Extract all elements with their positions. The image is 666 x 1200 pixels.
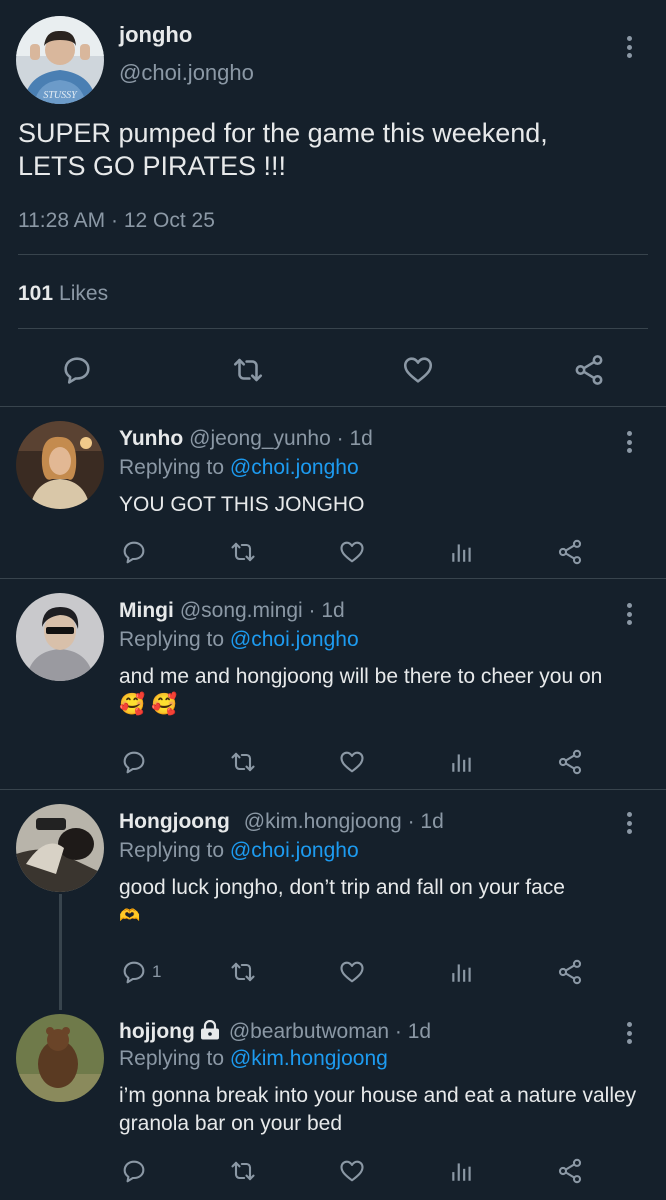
replying-to-prefix: Replying to: [119, 628, 225, 651]
divider: [18, 254, 648, 255]
reply-text: i’m gonna break into your house and eat …: [119, 1084, 637, 1135]
avatar-yunho[interactable]: [16, 421, 104, 509]
thread-connector-line: [59, 894, 62, 1010]
likes-count: 101: [18, 282, 54, 305]
share-icon[interactable]: [556, 538, 584, 566]
like-icon[interactable]: [338, 538, 366, 566]
analytics-icon[interactable]: [449, 748, 475, 776]
analytics-icon[interactable]: [449, 1157, 475, 1185]
avatar-mingi[interactable]: [16, 593, 104, 681]
author-name[interactable]: jongho: [119, 22, 192, 48]
reply-author-handle[interactable]: @bearbutwoman: [229, 1020, 389, 1043]
svg-text:STUSSY: STUSSY: [43, 90, 78, 101]
reply-header: Hongjoong @kim.hongjoong · 1d: [119, 810, 444, 834]
replying-to: Replying to @choi.jongho: [119, 839, 359, 863]
more-options-icon[interactable]: [617, 1018, 641, 1048]
smiling-face-hearts-emoji: 🥰 🥰: [119, 693, 178, 717]
reply-icon[interactable]: [120, 538, 148, 566]
lock-icon: [200, 1020, 219, 1040]
replying-to-link[interactable]: @choi.jongho: [230, 628, 359, 651]
reply-author-name[interactable]: Yunho: [119, 427, 183, 450]
replying-to: Replying to @choi.jongho: [119, 456, 359, 480]
like-icon[interactable]: [338, 1157, 366, 1185]
reply-tweet[interactable]: hojjong @bearbutwoman · 1d Replying to @k…: [0, 1000, 666, 1200]
reply-text: good luck jongho, don’t trip and fall on…: [119, 874, 639, 930]
retweet-icon[interactable]: [228, 538, 258, 566]
retweet-icon[interactable]: [230, 353, 266, 387]
reply-icon[interactable]: 1: [120, 958, 161, 986]
reply-author-name[interactable]: Hongjoong: [119, 810, 230, 833]
reply-text: and me and hongjoong will be there to ch…: [119, 663, 639, 719]
reply-icon[interactable]: [120, 1157, 148, 1185]
retweet-icon[interactable]: [228, 1157, 258, 1185]
retweet-icon[interactable]: [228, 748, 258, 776]
reply-text-content: good luck jongho, don’t trip and fall on…: [119, 876, 565, 899]
like-icon[interactable]: [338, 958, 366, 986]
author-handle[interactable]: @choi.jongho: [119, 60, 254, 86]
reply-time: · 1d: [394, 1020, 432, 1043]
avatar-jongho[interactable]: STUSSY: [16, 16, 104, 104]
more-options-icon[interactable]: [617, 599, 641, 629]
tweet-text: SUPER pumped for the game this weekend, …: [18, 117, 638, 183]
share-icon[interactable]: [556, 958, 584, 986]
replying-to: Replying to @kim.hongjoong: [119, 1047, 388, 1071]
replying-to-prefix: Replying to: [119, 1047, 225, 1070]
reply-tweet[interactable]: Mingi @song.mingi · 1d Replying to @choi.…: [0, 579, 666, 789]
reply-tweet[interactable]: Hongjoong @kim.hongjoong · 1d Replying to…: [0, 790, 666, 1010]
tweet-text-line-1: SUPER pumped for the game this weekend,: [18, 118, 548, 148]
reply-tweet[interactable]: Yunho @jeong_yunho · 1d Replying to @choi…: [0, 407, 666, 578]
reply-text-content: and me and hongjoong will be there to ch…: [119, 665, 603, 688]
likes-label: Likes: [59, 282, 109, 305]
reply-header: hojjong @bearbutwoman · 1d: [119, 1020, 431, 1044]
analytics-icon[interactable]: [449, 958, 475, 986]
replying-to-prefix: Replying to: [119, 839, 225, 862]
reply-header: Yunho @jeong_yunho · 1d: [119, 427, 373, 451]
share-icon[interactable]: [556, 748, 584, 776]
reply-icon[interactable]: [120, 748, 148, 776]
reply-time: · 1d: [308, 599, 345, 622]
retweet-icon[interactable]: [228, 958, 258, 986]
tweet-text-line-2: LETS GO PIRATES !!!: [18, 151, 287, 181]
more-options-icon[interactable]: [617, 808, 641, 838]
reply-author-name[interactable]: hojjong: [119, 1020, 195, 1043]
replying-to-link[interactable]: @choi.jongho: [230, 456, 359, 479]
reply-author-handle[interactable]: @song.mingi: [180, 599, 303, 622]
replying-to-prefix: Replying to: [119, 456, 225, 479]
analytics-icon[interactable]: [449, 538, 475, 566]
like-icon[interactable]: [338, 748, 366, 776]
reply-author-name[interactable]: Mingi: [119, 599, 174, 622]
reply-header: Mingi @song.mingi · 1d: [119, 599, 345, 623]
replying-to: Replying to @choi.jongho: [119, 628, 359, 652]
avatar-hojjong[interactable]: [16, 1014, 104, 1102]
likes-stat[interactable]: 101 Likes: [18, 282, 108, 306]
replying-to-link[interactable]: @choi.jongho: [230, 839, 359, 862]
reply-time: · 1d: [407, 810, 444, 833]
more-options-icon[interactable]: [617, 427, 641, 457]
more-options-icon[interactable]: [617, 32, 641, 62]
main-tweet: STUSSY jongho @choi.jongho SUPER pumped …: [0, 0, 666, 406]
replying-to-link[interactable]: @kim.hongjoong: [230, 1047, 388, 1070]
like-icon[interactable]: [401, 353, 435, 387]
reply-count: 1: [152, 962, 162, 981]
reply-icon[interactable]: [60, 353, 94, 387]
divider: [18, 328, 648, 329]
reply-author-handle[interactable]: @kim.hongjoong: [244, 810, 402, 833]
reply-text: YOU GOT THIS JONGHO: [119, 493, 365, 516]
avatar-hongjoong[interactable]: [16, 804, 104, 892]
reply-time: · 1d: [336, 427, 373, 450]
share-icon[interactable]: [572, 353, 606, 387]
heart-hands-emoji: 🫶: [119, 906, 141, 926]
reply-author-handle[interactable]: @jeong_yunho: [189, 427, 331, 450]
tweet-timestamp[interactable]: 11:28 AM · 12 Oct 25: [18, 209, 215, 233]
share-icon[interactable]: [556, 1157, 584, 1185]
